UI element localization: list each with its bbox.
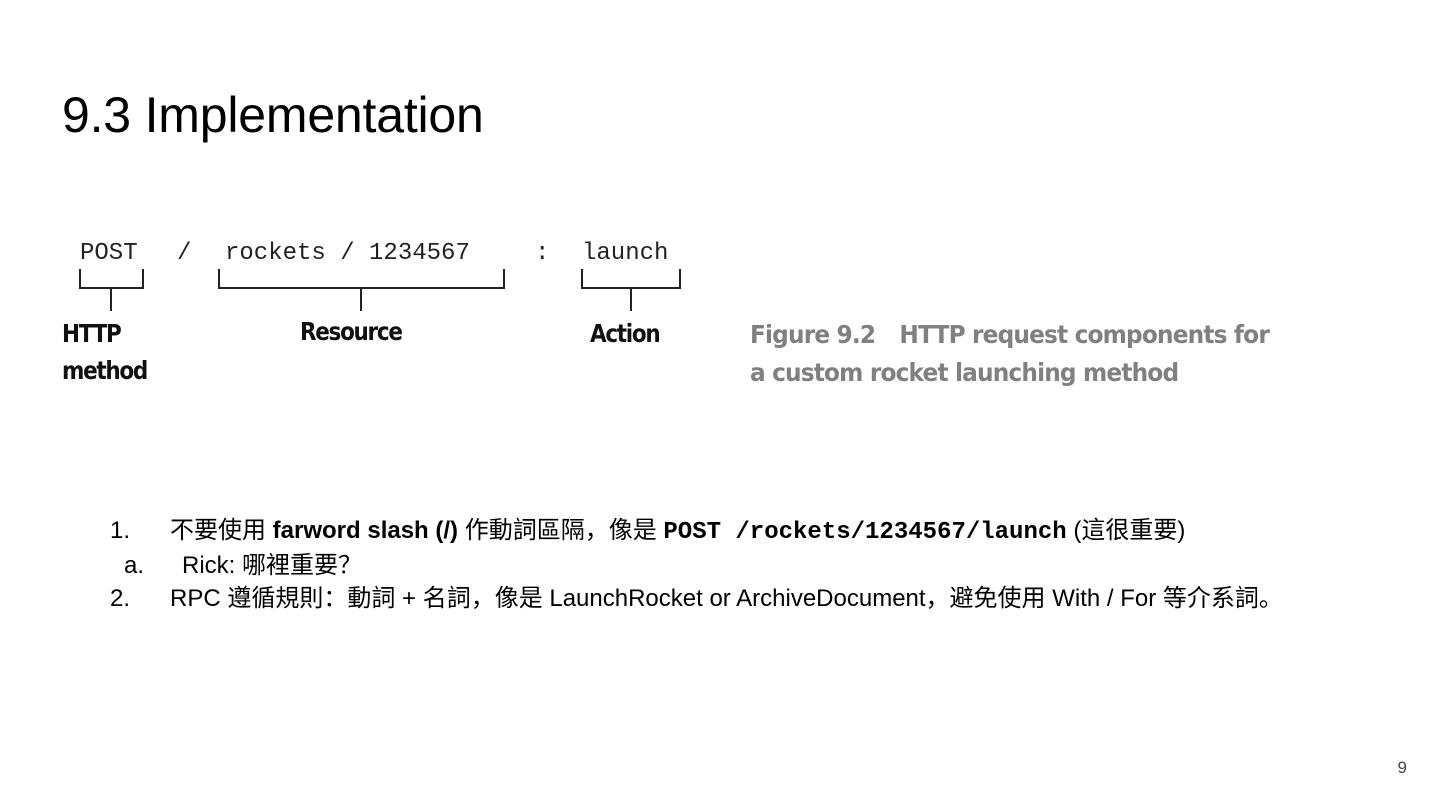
colon-segment: : — [535, 240, 550, 267]
http-request-figure: POST / rockets / 1234567 : launch HTTP m… — [55, 232, 735, 402]
notes-list: 1. 不要使用 farword slash (/) 作動詞區隔，像是 POST … — [110, 514, 1360, 615]
method-segment: POST — [80, 240, 138, 267]
code-example: POST /rockets/1234567/launch — [663, 519, 1067, 546]
slide-title: 9.3 Implementation — [62, 87, 484, 143]
action-bracket — [581, 269, 681, 311]
list-item: 2. RPC 遵循規則：動詞 + 名詞，像是 LaunchRocket or A… — [110, 582, 1360, 615]
figure-number: Figure 9.2 — [750, 320, 876, 349]
page-number: 9 — [1397, 758, 1407, 777]
list-item: 1. 不要使用 farword slash (/) 作動詞區隔，像是 POST … — [110, 514, 1360, 549]
action-segment: launch — [582, 240, 669, 267]
resource-bracket — [218, 269, 505, 311]
bold-term: farword slash (/) — [272, 517, 459, 544]
caption-line-1: HTTP request components for — [899, 320, 1269, 349]
caption-line-2: a custom rocket launching method — [750, 358, 1179, 387]
sub-list-item: a. Rick: 哪裡重要？ — [110, 549, 1360, 582]
list-marker: 2. — [110, 585, 131, 612]
list-marker: a. — [124, 552, 145, 579]
resource-label: Resource — [300, 317, 403, 346]
slash-segment: / — [177, 240, 192, 267]
resource-segment: rockets / 1234567 — [225, 240, 470, 267]
action-label: Action — [590, 319, 661, 348]
figure-caption: Figure 9.2 HTTP request components for a … — [750, 316, 1345, 392]
method-bracket — [79, 269, 144, 311]
method-label: HTTP method — [62, 319, 148, 385]
list-marker: 1. — [110, 517, 131, 544]
